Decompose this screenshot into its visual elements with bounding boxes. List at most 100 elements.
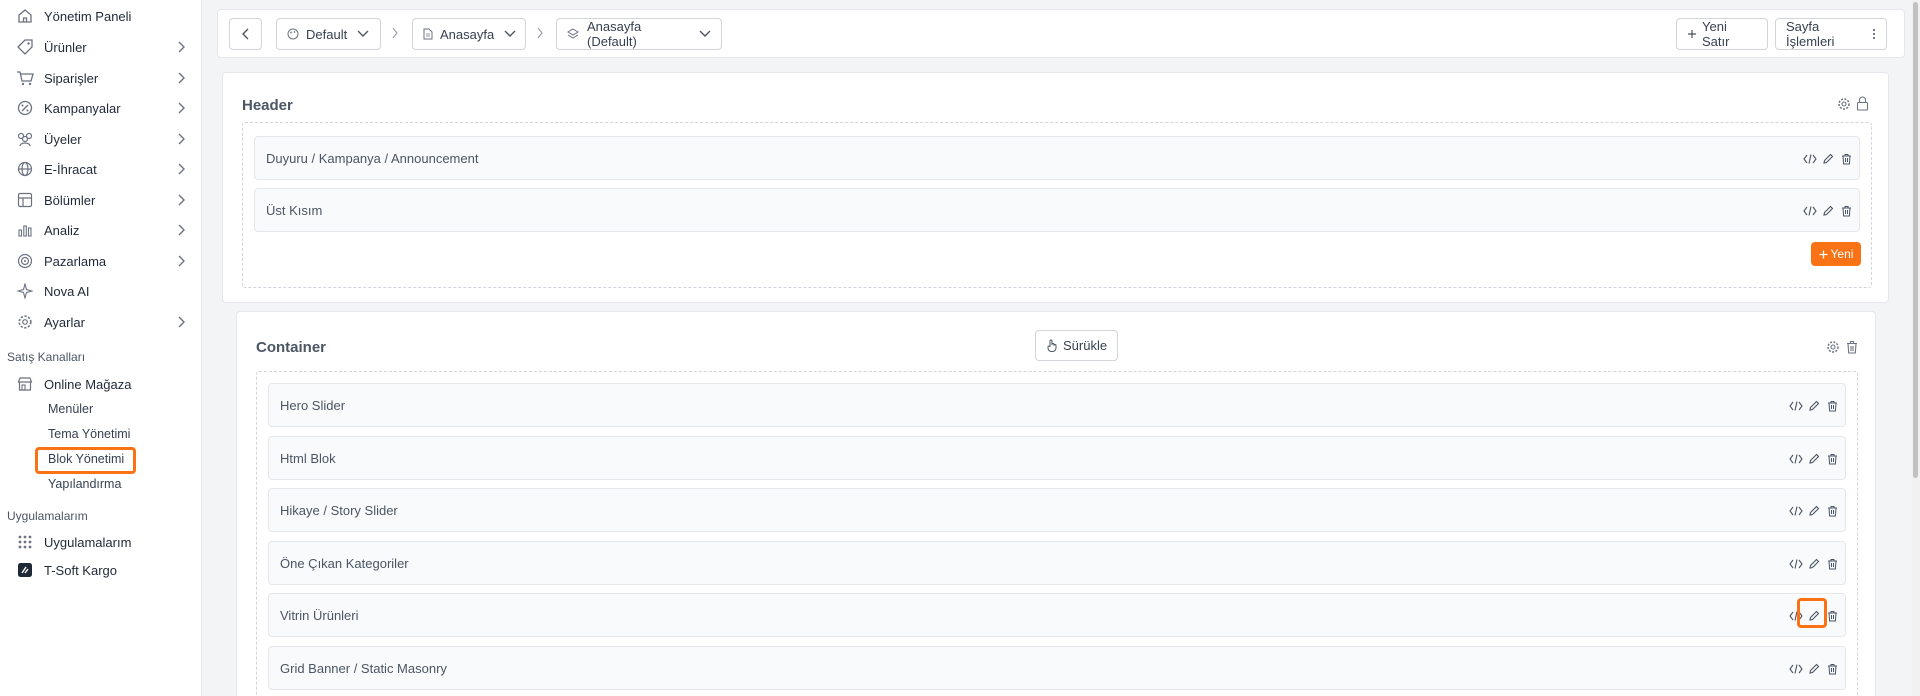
sidebar: Yönetim Paneli Ürünler Siparişler Kampan…: [0, 0, 202, 696]
sidebar-item-tsoft-kargo[interactable]: T-Soft Kargo: [0, 556, 202, 584]
pencil-icon[interactable]: [1821, 204, 1835, 218]
chevron-down-icon: [504, 30, 516, 38]
breadcrumb-separator-icon: [536, 26, 546, 42]
sidebar-item-label: T-Soft Kargo: [44, 562, 117, 578]
more-vertical-icon: [1872, 28, 1876, 40]
variant-select-label: Anasayfa (Default): [587, 19, 642, 49]
store-icon: [16, 376, 34, 392]
sidebar-item-settings[interactable]: Ayarlar: [0, 308, 202, 336]
add-block-button[interactable]: Yeni: [1811, 242, 1861, 266]
chevron-right-icon: [176, 223, 188, 237]
list-item[interactable]: Üst Kısım: [254, 188, 1860, 232]
code-icon[interactable]: [1789, 399, 1803, 413]
users-icon: [16, 131, 34, 147]
trash-icon[interactable]: [1825, 399, 1839, 413]
sections-icon: [16, 192, 34, 208]
header-panel-title: Header: [242, 97, 293, 114]
code-icon[interactable]: [1789, 452, 1803, 466]
plus-icon: [1687, 29, 1697, 39]
back-button[interactable]: [229, 18, 262, 50]
code-icon[interactable]: [1789, 557, 1803, 571]
sales-channels-heading: Satış Kanalları: [7, 350, 86, 364]
gear-icon[interactable]: [1837, 97, 1851, 111]
apps-grid-icon: [16, 534, 34, 550]
trash-icon[interactable]: [1825, 557, 1839, 571]
block-label: Hero Slider: [280, 398, 346, 413]
sidebar-item-members[interactable]: Üyeler: [0, 125, 202, 153]
sidebar-item-sections[interactable]: Bölümler: [0, 186, 202, 214]
tag-icon: [16, 39, 34, 55]
sidebar-item-label: Pazarlama: [44, 253, 107, 269]
sidebar-item-export[interactable]: E-İhracat: [0, 155, 202, 183]
header-panel: Header Duyuru / Kampanya / Announcement …: [222, 72, 1889, 303]
code-icon[interactable]: [1803, 152, 1817, 166]
trash-icon[interactable]: [1839, 152, 1853, 166]
code-icon[interactable]: [1789, 662, 1803, 676]
add-block-label: Yeni: [1830, 247, 1854, 261]
code-icon[interactable]: [1789, 504, 1803, 518]
trash-icon[interactable]: [1825, 504, 1839, 518]
chart-icon: [16, 222, 34, 238]
sidebar-item-dashboard[interactable]: Yönetim Paneli: [0, 2, 202, 30]
discount-icon: [16, 100, 34, 116]
list-item[interactable]: Html Blok: [268, 436, 1846, 480]
trash-icon[interactable]: [1846, 340, 1858, 354]
pencil-icon[interactable]: [1807, 399, 1821, 413]
block-label: Üst Kısım: [266, 203, 323, 218]
pencil-icon[interactable]: [1807, 452, 1821, 466]
chevron-right-icon: [176, 101, 188, 115]
sidebar-item-label: Nova AI: [44, 283, 90, 299]
drag-handle-button[interactable]: Sürükle: [1035, 330, 1119, 361]
scrollbar-thumb[interactable]: [1913, 2, 1918, 478]
sidebar-item-online-store[interactable]: Online Mağaza: [0, 370, 202, 398]
list-item[interactable]: Hikaye / Story Slider: [268, 488, 1846, 532]
sidebar-item-nova-ai[interactable]: Nova AI: [0, 277, 202, 305]
sidebar-item-label: Uygulamalarım: [44, 534, 132, 550]
list-item[interactable]: Vitrin Ürünleri: [268, 593, 1846, 637]
list-item[interactable]: Hero Slider: [268, 383, 1846, 427]
gear-icon: [16, 314, 34, 330]
variant-select[interactable]: Anasayfa (Default): [556, 18, 722, 50]
lock-icon[interactable]: [1856, 96, 1869, 111]
sidebar-item-products[interactable]: Ürünler: [0, 33, 202, 61]
chevron-left-icon: [241, 27, 251, 41]
tsoft-logo-icon: [16, 562, 34, 578]
trash-icon[interactable]: [1825, 609, 1839, 623]
sidebar-item-marketing[interactable]: Pazarlama: [0, 247, 202, 275]
cart-icon: [16, 70, 34, 86]
block-label: Duyuru / Kampanya / Announcement: [266, 151, 479, 166]
new-row-button[interactable]: Yeni Satır: [1676, 18, 1768, 50]
sidebar-item-orders[interactable]: Siparişler: [0, 64, 202, 92]
edit-highlight-box: [1797, 598, 1827, 628]
theme-select[interactable]: Default: [276, 18, 381, 50]
page-actions-button[interactable]: Sayfa İşlemleri: [1775, 18, 1887, 50]
sidebar-item-label: Analiz: [44, 222, 80, 238]
pencil-icon[interactable]: [1807, 504, 1821, 518]
document-icon: [423, 28, 433, 40]
sidebar-subitem-theme[interactable]: Tema Yönetimi: [48, 427, 130, 441]
trash-icon[interactable]: [1825, 452, 1839, 466]
sidebar-subitem-config[interactable]: Yapılandırma: [48, 477, 121, 491]
chevron-right-icon: [176, 193, 188, 207]
list-item[interactable]: Grid Banner / Static Masonry: [268, 646, 1846, 690]
drag-label: Sürükle: [1063, 338, 1108, 353]
pencil-icon[interactable]: [1807, 662, 1821, 676]
sidebar-item-campaigns[interactable]: Kampanyalar: [0, 94, 202, 122]
gear-icon[interactable]: [1826, 340, 1840, 354]
page-select[interactable]: Anasayfa: [412, 18, 526, 50]
sidebar-item-apps[interactable]: Uygulamalarım: [0, 528, 202, 556]
sidebar-item-analytics[interactable]: Analiz: [0, 216, 202, 244]
list-item[interactable]: Öne Çıkan Kategoriler: [268, 541, 1846, 585]
sparkle-icon: [16, 283, 34, 299]
pencil-icon[interactable]: [1821, 152, 1835, 166]
trash-icon[interactable]: [1839, 204, 1853, 218]
hand-pointer-icon: [1046, 339, 1058, 352]
trash-icon[interactable]: [1825, 662, 1839, 676]
sidebar-item-label: Ayarlar: [44, 314, 85, 330]
sidebar-subitem-menus[interactable]: Menüler: [48, 402, 93, 416]
list-item[interactable]: Duyuru / Kampanya / Announcement: [254, 136, 1860, 180]
page-actions-label: Sayfa İşlemleri: [1786, 19, 1835, 49]
chevron-right-icon: [176, 132, 188, 146]
pencil-icon[interactable]: [1807, 557, 1821, 571]
code-icon[interactable]: [1803, 204, 1817, 218]
